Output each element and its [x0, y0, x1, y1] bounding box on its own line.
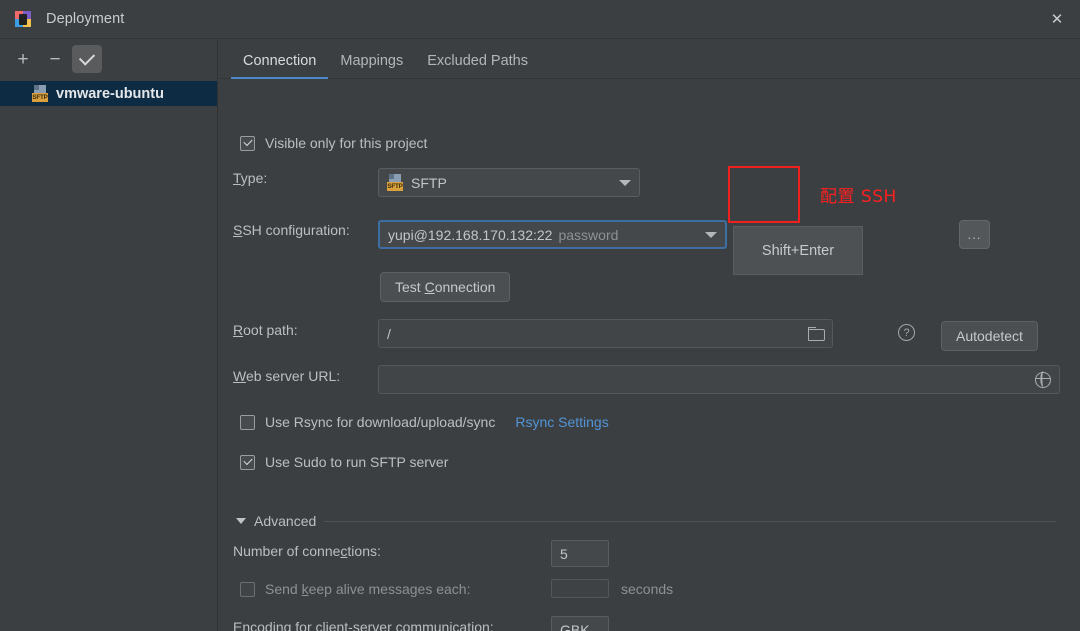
rsync-settings-link[interactable]: Rsync Settings [515, 414, 608, 430]
ssh-config-auth: password [558, 226, 619, 243]
add-server-button[interactable]: + [8, 45, 38, 73]
list-item[interactable]: SFTP vmware-ubuntu [0, 81, 217, 106]
root-path-value: / [387, 325, 391, 342]
keep-alive-input[interactable] [551, 579, 609, 598]
web-server-url-input[interactable] [378, 365, 1060, 394]
server-list: SFTP vmware-ubuntu [0, 79, 217, 106]
connections-label: Number of connections: [233, 543, 381, 559]
rsync-checkbox[interactable] [240, 414, 255, 430]
triangle-down-icon [236, 518, 246, 524]
folder-icon[interactable] [808, 327, 825, 341]
type-label: Type: [233, 170, 268, 186]
jetbrains-icon [14, 10, 32, 28]
test-connection-button[interactable]: Test Connection [380, 272, 511, 302]
tab-bar: Connection Mappings Excluded Paths [219, 39, 1080, 79]
sftp-icon: SFTP [387, 174, 404, 191]
chevron-down-icon [705, 231, 717, 238]
connections-value: 5 [560, 545, 568, 562]
globe-icon[interactable] [1034, 371, 1051, 388]
connection-form: Visible only for this project Type: SFTP… [219, 79, 1080, 631]
ssh-config-value: yupi@192.168.170.132:22 [388, 226, 553, 243]
advanced-label: Advanced [254, 513, 317, 529]
type-dropdown[interactable]: SFTP SFTP [378, 168, 640, 197]
root-path-row: Root path: [233, 322, 298, 338]
server-name: vmware-ubuntu [56, 85, 164, 102]
keep-alive-checkbox[interactable] [240, 581, 255, 597]
encoding-label: Encoding for client-server communication… [233, 619, 494, 631]
visible-only-label: Visible only for this project [265, 135, 428, 151]
ssh-config-browse-button[interactable]: ... [959, 220, 990, 249]
main-panel: Connection Mappings Excluded Paths Visib… [219, 39, 1080, 631]
type-row: Type: [233, 170, 267, 186]
divider [324, 520, 1056, 522]
web-server-url-label: Web server URL: [233, 368, 341, 384]
encoding-input[interactable]: GBK [551, 616, 609, 631]
connections-row: Number of connections: [233, 543, 381, 559]
visible-only-checkbox[interactable] [240, 135, 255, 151]
tab-connection[interactable]: Connection [231, 53, 329, 79]
annotation-note: 配置 SSH [820, 187, 897, 207]
ssh-config-label: SSH configuration: [233, 222, 350, 238]
annotation-highlight-box [728, 166, 800, 223]
tab-mappings[interactable]: Mappings [328, 53, 415, 78]
sudo-checkbox[interactable] [240, 454, 255, 470]
keep-alive-row[interactable]: Send keep alive messages each: [240, 581, 470, 597]
deployment-dialog: Deployment ✕ + − SFTP vmware-ubuntu Conn… [0, 0, 1080, 631]
encoding-row: Encoding for client-server communication… [233, 619, 494, 631]
sudo-label: Use Sudo to run SFTP server [265, 454, 449, 470]
root-path-label: Root path: [233, 322, 298, 338]
visible-only-row[interactable]: Visible only for this project [240, 135, 427, 151]
checkmark-icon [78, 48, 96, 66]
rsync-label: Use Rsync for download/upload/sync [265, 414, 496, 430]
title-bar: Deployment ✕ [0, 0, 1080, 39]
remove-server-button[interactable]: − [40, 45, 70, 73]
type-value: SFTP [411, 174, 447, 191]
autodetect-button[interactable]: Autodetect [941, 321, 1038, 351]
sudo-row[interactable]: Use Sudo to run SFTP server [240, 454, 448, 470]
shortcut-tooltip: Shift+Enter [733, 226, 863, 275]
web-server-url-row: Web server URL: [233, 368, 340, 384]
tab-excluded-paths[interactable]: Excluded Paths [415, 53, 540, 78]
test-connection-label: Test Connection [395, 279, 496, 295]
sftp-icon: SFTP [32, 85, 49, 102]
ssh-config-dropdown[interactable]: yupi@192.168.170.132:22 password [378, 220, 727, 249]
window-title: Deployment [46, 11, 125, 27]
advanced-section-header[interactable]: Advanced [236, 513, 1056, 529]
question-mark-icon[interactable]: ? [898, 324, 915, 341]
set-default-server-button[interactable] [72, 45, 102, 73]
ssh-config-row: SSH configuration: [233, 222, 350, 238]
rsync-row[interactable]: Use Rsync for download/upload/sync Rsync… [240, 414, 609, 430]
close-icon[interactable]: ✕ [1034, 0, 1080, 38]
encoding-value: GBK [560, 621, 590, 631]
connections-input[interactable]: 5 [551, 540, 609, 567]
keep-alive-unit: seconds [621, 581, 674, 597]
server-sidebar: + − SFTP vmware-ubuntu [0, 39, 218, 631]
chevron-down-icon [619, 179, 631, 186]
sidebar-toolbar: + − [0, 39, 217, 79]
root-path-input[interactable]: / [378, 319, 833, 348]
keep-alive-label: Send keep alive messages each: [265, 581, 471, 597]
